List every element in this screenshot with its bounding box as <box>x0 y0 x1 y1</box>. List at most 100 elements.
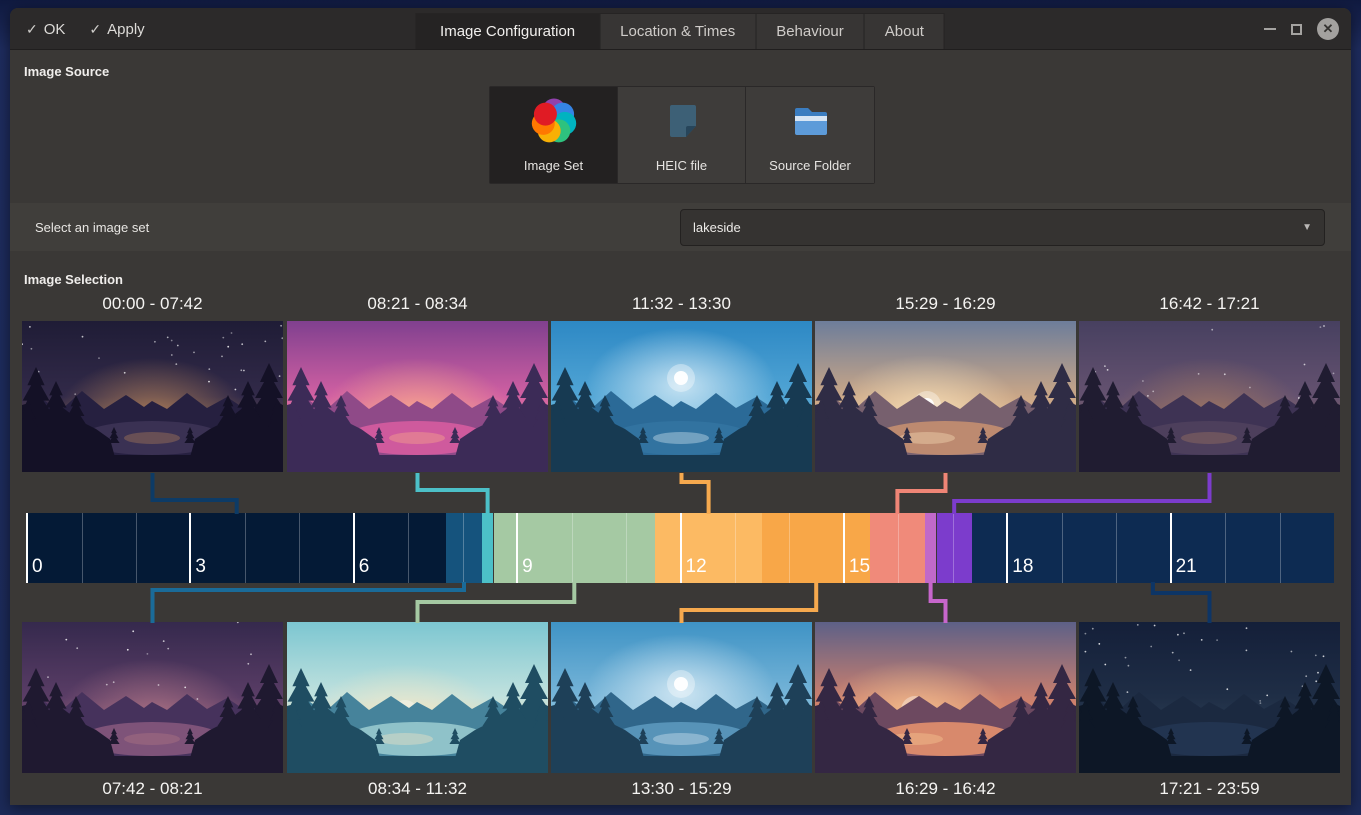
timeline-bar: 0 3 6 9 12 15 18 21 <box>27 513 1334 583</box>
image-set-dropdown[interactable]: lakeside ▼ <box>680 209 1325 246</box>
connector-4 <box>418 582 575 623</box>
source-option-label: Image Set <box>524 158 583 173</box>
ok-button-label: OK <box>44 21 66 38</box>
apply-button[interactable]: ✓ Apply <box>89 21 144 38</box>
tab-image-configuration[interactable]: Image Configuration <box>415 13 600 49</box>
tab-behaviour[interactable]: Behaviour <box>755 13 865 49</box>
timeline-tick-hour-3 <box>189 513 191 583</box>
timeline-tick-hour-6 <box>353 513 355 583</box>
timeline-tick-hour-16 <box>898 513 899 583</box>
timeline-tick-hour-10 <box>572 513 573 583</box>
timeline-tick-hour-14 <box>789 513 790 583</box>
timeline-hour-label-9: 9 <box>522 556 533 578</box>
time-range-label: 16:42 - 17:21 <box>1079 294 1340 318</box>
time-range-label: 13:30 - 15:29 <box>551 779 812 803</box>
timeline-hour-label-15: 15 <box>849 556 870 578</box>
source-option-image-set[interactable]: Image Set <box>490 87 618 183</box>
timeline-hour-label-0: 0 <box>32 556 43 578</box>
timeline-tick-hour-7 <box>408 513 409 583</box>
timeline-tick-hour-22 <box>1225 513 1226 583</box>
tab-location-times[interactable]: Location & Times <box>599 13 756 49</box>
image-set-label: Select an image set <box>35 203 149 251</box>
image-selection-heading: Image Selection <box>24 272 123 287</box>
timeline-tick-hour-11 <box>626 513 627 583</box>
timeline-hour-label-6: 6 <box>359 556 370 578</box>
timeline-hour-label-12: 12 <box>686 556 707 578</box>
thumbnail-top-3[interactable] <box>551 321 812 472</box>
timeline-hour-label-18: 18 <box>1012 556 1033 578</box>
time-range-label: 00:00 - 07:42 <box>22 294 283 318</box>
timeline-hour-label-21: 21 <box>1176 556 1197 578</box>
timeline-segment-9 <box>937 513 972 583</box>
window-controls: ✕ <box>1264 8 1339 50</box>
timeline-tick-hour-2 <box>136 513 137 583</box>
timeline-tick-hour-8 <box>463 513 464 583</box>
apply-button-label: Apply <box>107 21 145 38</box>
timeline-tick-hour-9 <box>516 513 518 583</box>
timeline-tick-hour-21 <box>1170 513 1172 583</box>
timeline-tick-hour-5 <box>299 513 300 583</box>
timeline-tick-hour-13 <box>735 513 736 583</box>
image-set-row: Select an image set lakeside ▼ <box>10 203 1351 251</box>
check-icon: ✓ <box>89 21 101 38</box>
tab-bar: Image ConfigurationLocation & TimesBehav… <box>416 13 945 49</box>
connector-7 <box>897 473 945 514</box>
thumbnail-bottom-2[interactable] <box>287 622 548 773</box>
minimize-button[interactable] <box>1264 28 1276 30</box>
heic-file-icon <box>658 97 706 150</box>
image-set-value: lakeside <box>693 220 1302 235</box>
tab-about[interactable]: About <box>864 13 945 49</box>
time-range-label: 17:21 - 23:59 <box>1079 779 1340 803</box>
timeline-tick-hour-12 <box>680 513 682 583</box>
timeline-tick-hour-20 <box>1116 513 1117 583</box>
close-button[interactable]: ✕ <box>1317 18 1339 40</box>
thumbnail-top-1[interactable] <box>22 321 283 472</box>
thumbnail-top-2[interactable] <box>287 321 548 472</box>
check-icon: ✓ <box>26 21 38 38</box>
timeline-segment-1 <box>27 513 446 583</box>
image-set-icon <box>530 97 578 150</box>
time-range-label: 08:21 - 08:34 <box>287 294 548 318</box>
timeline-tick-hour-1 <box>82 513 83 583</box>
thumbnail-bottom-1[interactable] <box>22 622 283 773</box>
timeline-tick-hour-23 <box>1280 513 1281 583</box>
timeline-hour-label-3: 3 <box>195 556 206 578</box>
source-folder-icon <box>786 97 834 150</box>
thumbnail-bottom-3[interactable] <box>551 622 812 773</box>
image-source-heading: Image Source <box>24 64 109 79</box>
ok-button[interactable]: ✓ OK <box>26 21 65 38</box>
source-option-heic-file[interactable]: HEIC file <box>618 87 746 183</box>
image-source-options: Image Set HEIC file Source Folder <box>489 86 875 184</box>
timeline-tick-hour-0 <box>26 513 28 583</box>
thumbnail-top-4[interactable] <box>815 321 1076 472</box>
connector-8 <box>931 582 946 623</box>
timeline-segment-2 <box>446 513 481 583</box>
thumbnail-top-5[interactable] <box>1079 321 1340 472</box>
time-range-label: 08:34 - 11:32 <box>287 779 548 803</box>
desktop-background: ✓ OK ✓ Apply Image ConfigurationLocation… <box>0 0 1361 815</box>
timeline-tick-hour-4 <box>245 513 246 583</box>
time-range-label: 07:42 - 08:21 <box>22 779 283 803</box>
connector-9 <box>954 473 1209 514</box>
connector-3 <box>418 473 488 514</box>
source-option-label: Source Folder <box>769 158 851 173</box>
timeline-segment-3 <box>482 513 494 583</box>
connector-1 <box>153 473 237 514</box>
app-window: ✓ OK ✓ Apply Image ConfigurationLocation… <box>10 8 1351 805</box>
maximize-button[interactable] <box>1291 24 1302 35</box>
source-option-label: HEIC file <box>656 158 707 173</box>
timeline-tick-hour-19 <box>1062 513 1063 583</box>
connector-10 <box>1153 582 1210 623</box>
time-range-label: 15:29 - 16:29 <box>815 294 1076 318</box>
connector-5 <box>682 473 709 514</box>
timeline-segment-5 <box>655 513 762 583</box>
titlebar: ✓ OK ✓ Apply Image ConfigurationLocation… <box>10 8 1351 50</box>
source-option-source-folder[interactable]: Source Folder <box>746 87 874 183</box>
timeline-segment-8 <box>925 513 937 583</box>
thumbnail-bottom-4[interactable] <box>815 622 1076 773</box>
thumbnail-bottom-5[interactable] <box>1079 622 1340 773</box>
connector-6 <box>682 582 817 623</box>
time-range-label: 11:32 - 13:30 <box>551 294 812 318</box>
timeline-tick-hour-15 <box>843 513 845 583</box>
timeline-tick-hour-18 <box>1006 513 1008 583</box>
